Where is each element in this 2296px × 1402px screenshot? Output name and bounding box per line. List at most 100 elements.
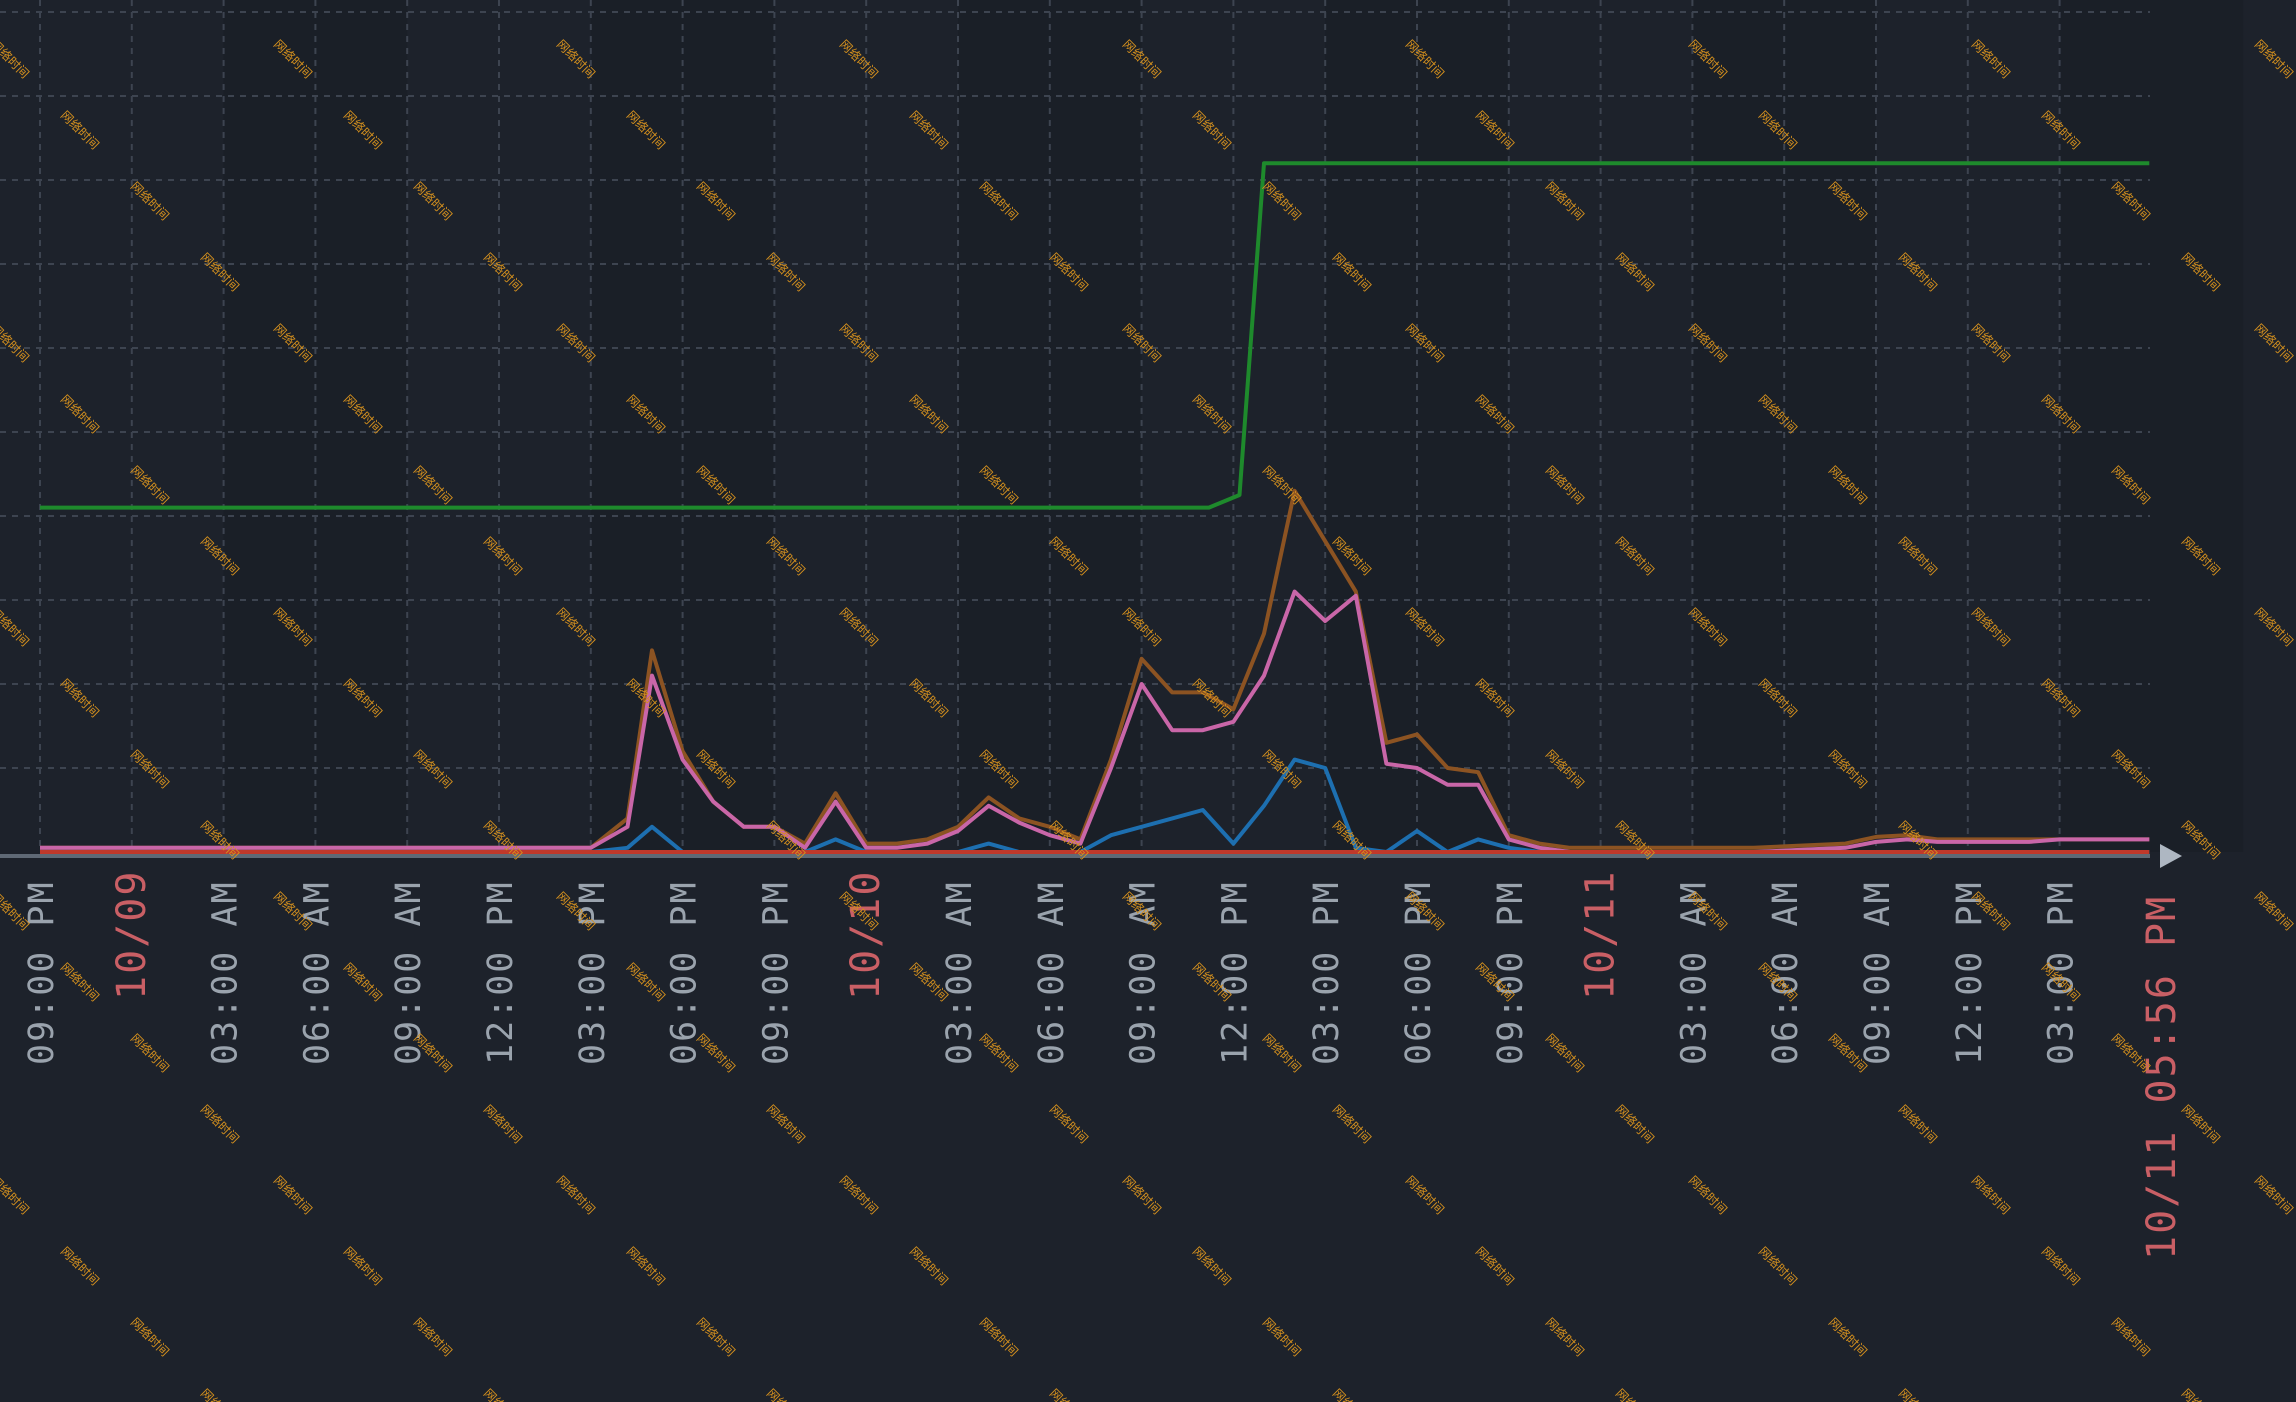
x-date-label: 10/11 [1578,870,1624,1000]
watermark-mark: 网络时间 [1190,676,1235,721]
watermark-mark: 网络时间 [0,1173,32,1218]
watermark-mark: 网络时间 [128,179,173,224]
x-tick-label: 09:00 PM [22,880,62,1065]
watermark-mark: 网络时间 [1260,1315,1305,1360]
watermark-mark: 网络时间 [2179,1386,2224,1402]
watermark-mark: 网络时间 [198,1386,243,1402]
x-tick-label: 09:00 AM [1858,880,1898,1065]
x-tick-label: 12:00 PM [1215,880,1255,1065]
x-tick-label: 09:00 PM [756,880,796,1065]
watermark-mark: 网络时间 [0,321,32,366]
watermark-mark: 网络时间 [2252,1173,2296,1218]
watermark-mark: 网络时间 [2179,1102,2224,1147]
x-tick-label: 03:00 PM [1307,880,1347,1065]
watermark-mark: 网络时间 [1260,179,1305,224]
watermark-mark: 网络时间 [1896,1102,1941,1147]
watermark-mark: 网络时间 [1613,1386,1658,1402]
x-tick-label: 06:00 AM [297,880,337,1065]
background-band [2059,0,2244,852]
chart-svg: 09:00 PM 10/09 03:00 AM 06:00 AM 09:00 AM 12:… [0,0,2296,1402]
watermark-mark: 网络时间 [1190,392,1235,437]
watermark-mark: 网络时间 [907,1244,952,1289]
watermark-mark: 网络时间 [481,250,526,295]
x-date-label: 10/09 [109,870,155,1000]
watermark-mark: 网络时间 [2252,37,2296,82]
watermark-mark: 网络时间 [1543,179,1588,224]
watermark-mark: 网络时间 [481,534,526,579]
x-date-label: 10/10 [843,870,889,1000]
x-end-timestamp: 10/11 05:56 PM [2139,895,2185,1260]
watermark-mark: 网络时间 [411,1315,456,1360]
watermark-mark: 网络时间 [2039,1244,2084,1289]
watermark-mark: 网络时间 [58,108,103,153]
watermark-mark: 网络时间 [58,392,103,437]
time-series-chart: 09:00 PM 10/09 03:00 AM 06:00 AM 09:00 AM 12:… [0,0,2296,1402]
watermark-mark: 网络时间 [1543,1315,1588,1360]
watermark-mark: 网络时间 [1330,1386,1375,1402]
watermark-mark: 网络时间 [2109,1315,2154,1360]
watermark-mark: 网络时间 [1896,250,1941,295]
watermark-mark: 网络时间 [907,108,952,153]
watermark-mark: 网络时间 [1613,250,1658,295]
watermark-mark: 网络时间 [58,676,103,721]
watermark-mark: 网络时间 [0,605,32,650]
watermark-mark: 网络时间 [1260,1031,1305,1076]
watermark-mark: 网络时间 [481,1102,526,1147]
watermark-mark: 网络时间 [1613,534,1658,579]
watermark-mark: 网络时间 [341,1244,386,1289]
watermark-mark: 网络时间 [837,321,882,366]
watermark-mark: 网络时间 [1047,1386,1092,1402]
watermark-mark: 网络时间 [2252,889,2296,934]
watermark-mark: 网络时间 [907,392,952,437]
watermark-mark: 网络时间 [1686,1173,1731,1218]
watermark-mark: 网络时间 [1613,1102,1658,1147]
watermark-mark: 网络时间 [1756,1244,1801,1289]
watermark-mark: 网络时间 [1896,534,1941,579]
watermark-mark: 网络时间 [198,1102,243,1147]
watermark-mark: 网络时间 [1120,1173,1165,1218]
watermark-mark: 网络时间 [694,1315,739,1360]
background-bands [223,0,2244,852]
watermark-mark: 网络时间 [128,463,173,508]
watermark-mark: 网络时间 [2252,321,2296,366]
x-tick-label: 03:00 AM [206,880,246,1065]
watermark-mark: 网络时间 [837,605,882,650]
watermark-mark: 网络时间 [128,1031,173,1076]
watermark-mark: 网络时间 [624,1244,669,1289]
watermark-mark: 网络时间 [128,1315,173,1360]
watermark-mark: 网络时间 [837,37,882,82]
watermark-mark: 网络时间 [1047,1102,1092,1147]
watermark-mark: 网络时间 [764,1102,809,1147]
x-tick-label: 03:00 AM [940,880,980,1065]
x-tick-label: 06:00 AM [1032,880,1072,1065]
watermark-mark: 网络时间 [1543,1031,1588,1076]
x-tick-label: 12:00 PM [481,880,521,1065]
watermark-mark: 网络时间 [907,676,952,721]
watermark-mark: 网络时间 [837,1173,882,1218]
watermark-mark: 网络时间 [764,1386,809,1402]
watermark-mark: 网络时间 [481,1386,526,1402]
watermark-mark: 网络时间 [977,1315,1022,1360]
watermark-mark: 网络时间 [1969,321,2014,366]
watermark-mark: 网络时间 [1330,1102,1375,1147]
watermark-mark: 网络时间 [1969,37,2014,82]
watermark-mark: 网络时间 [1190,108,1235,153]
watermark-mark: 网络时间 [1473,1244,1518,1289]
watermark-mark: 网络时间 [58,960,103,1005]
watermark-mark: 网络时间 [341,960,386,1005]
watermark-mark: 网络时间 [271,1173,316,1218]
watermark-mark: 网络时间 [1896,1386,1941,1402]
watermark-mark: 网络时间 [1969,1173,2014,1218]
watermark-mark: 网络时间 [1969,605,2014,650]
watermark-mark: 网络时间 [411,463,456,508]
watermark-mark: 网络时间 [411,179,456,224]
watermark-mark: 网络时间 [1403,1173,1448,1218]
watermark-mark: 网络时间 [1543,463,1588,508]
watermark-mark: 网络时间 [977,1031,1022,1076]
watermark-mark: 网络时间 [1190,1244,1235,1289]
watermark-mark: 网络时间 [58,1244,103,1289]
watermark-mark: 网络时间 [1260,463,1305,508]
watermark-mark: 网络时间 [554,1173,599,1218]
watermark-mark: 网络时间 [2252,605,2296,650]
watermark-mark: 网络时间 [0,37,32,82]
